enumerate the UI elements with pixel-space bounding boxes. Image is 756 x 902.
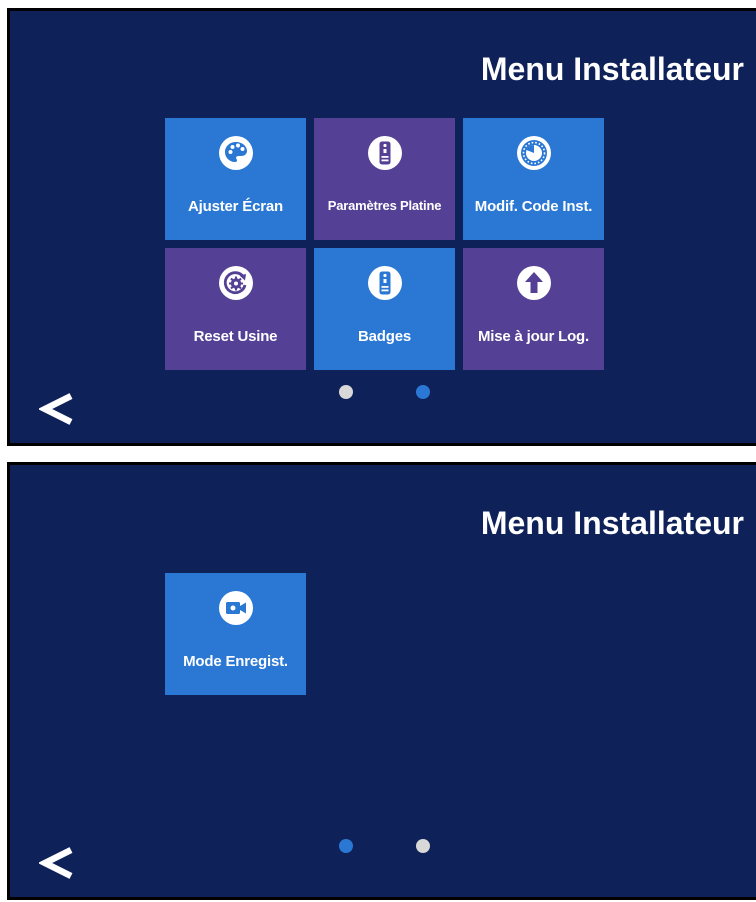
factory-reset-icon — [217, 264, 254, 301]
page-title: Menu Installateur — [480, 505, 744, 541]
adjust-screen-tile[interactable]: Ajuster Écran — [165, 118, 306, 240]
door-station-icon — [366, 134, 403, 171]
tile-label: Paramètres Platine — [327, 198, 442, 213]
tile-label: Modif. Code Inst. — [474, 198, 593, 215]
back-button[interactable] — [37, 843, 77, 883]
tile-label: Mode Enregist. — [183, 653, 288, 670]
page-dot-2[interactable] — [416, 839, 430, 853]
chevron-left-icon — [39, 847, 73, 879]
tile-label: Mise à jour Log. — [478, 328, 589, 345]
upload-arrow-icon — [515, 264, 552, 301]
dial-icon — [515, 134, 552, 171]
tile-label: Reset Usine — [193, 328, 278, 345]
factory-reset-tile[interactable]: Reset Usine — [165, 248, 306, 370]
tile-label: Ajuster Écran — [188, 198, 283, 215]
page-dot-2-active[interactable] — [416, 385, 430, 399]
installer-menu-screen-page-1: Menu Installateur Mode Enregist. — [7, 462, 756, 900]
page-title: Menu Installateur — [480, 51, 744, 87]
palette-icon — [217, 134, 254, 171]
badges-tile[interactable]: Badges — [314, 248, 455, 370]
recording-mode-tile[interactable]: Mode Enregist. — [165, 573, 306, 695]
software-update-tile[interactable]: Mise à jour Log. — [463, 248, 604, 370]
door-station-settings-tile[interactable]: Paramètres Platine — [314, 118, 455, 240]
back-button[interactable] — [37, 389, 77, 429]
video-camera-icon — [217, 589, 254, 626]
installer-menu-screen-page-2: Menu Installateur Ajuster Écran Paramètr… — [7, 8, 756, 446]
chevron-left-icon — [39, 393, 73, 425]
page-dot-1[interactable] — [339, 385, 353, 399]
page-dot-1-active[interactable] — [339, 839, 353, 853]
tile-label: Badges — [358, 328, 411, 345]
modify-install-code-tile[interactable]: Modif. Code Inst. — [463, 118, 604, 240]
door-station-icon — [366, 264, 403, 301]
